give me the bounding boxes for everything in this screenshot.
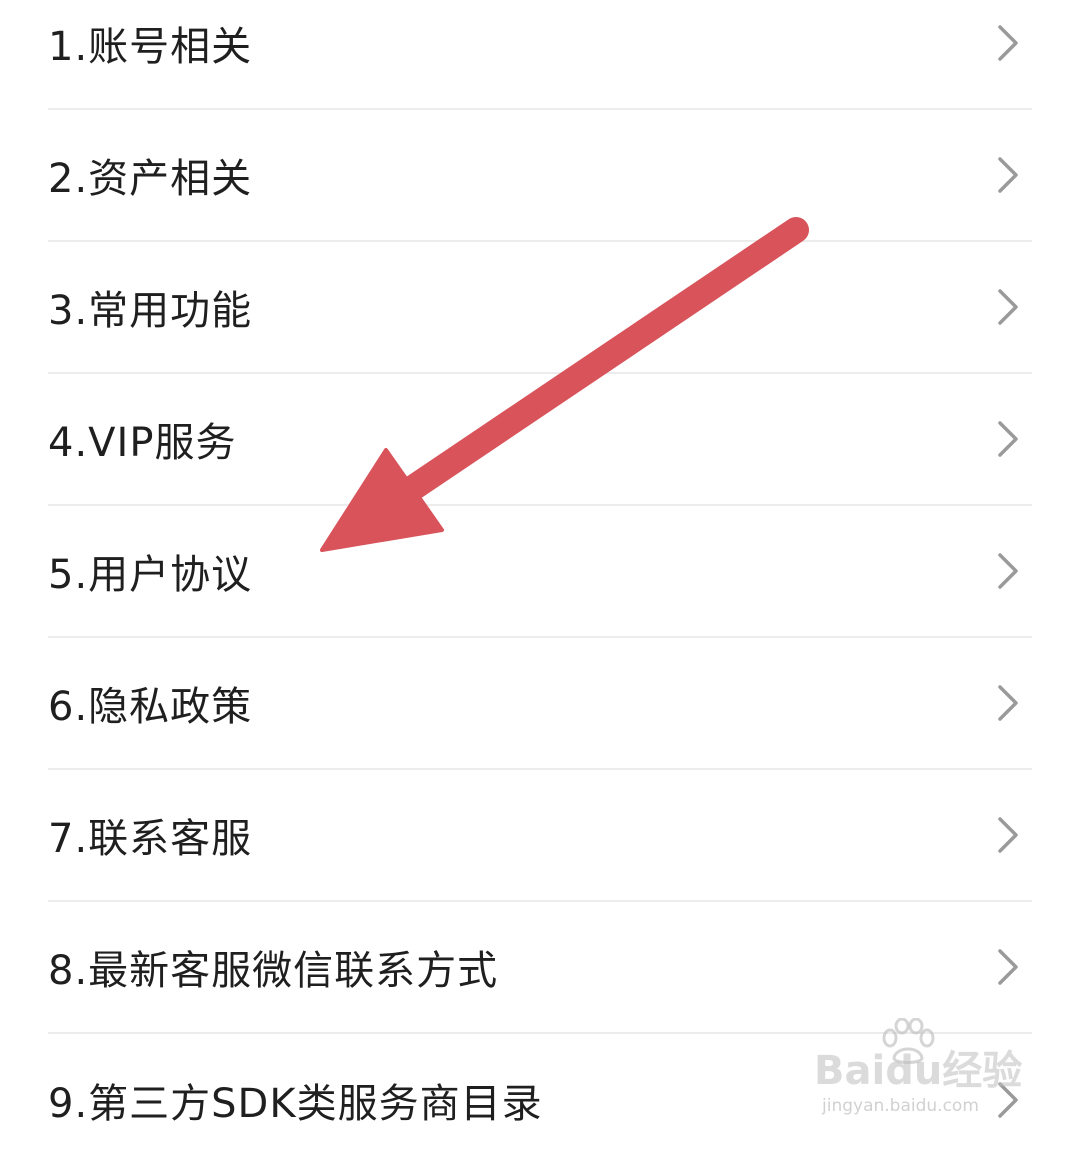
menu-item-label: 1.账号相关 xyxy=(48,24,253,70)
menu-item-account[interactable]: 1.账号相关 xyxy=(48,0,1032,110)
menu-item-assets[interactable]: 2.资产相关 xyxy=(48,110,1032,242)
menu-item-sdk-directory[interactable]: 9.第三方SDK类服务商目录 xyxy=(48,1034,1032,1166)
chevron-right-icon xyxy=(998,421,1018,457)
menu-item-label: 4.VIP服务 xyxy=(48,420,237,466)
chevron-right-icon xyxy=(998,949,1018,985)
chevron-right-icon xyxy=(998,25,1018,61)
menu-item-label: 8.最新客服微信联系方式 xyxy=(48,948,499,994)
chevron-right-icon xyxy=(998,685,1018,721)
menu-item-wechat-support[interactable]: 8.最新客服微信联系方式 xyxy=(48,902,1032,1034)
menu-item-common-functions[interactable]: 3.常用功能 xyxy=(48,242,1032,374)
menu-item-privacy-policy[interactable]: 6.隐私政策 xyxy=(48,638,1032,770)
chevron-right-icon xyxy=(998,1082,1018,1118)
menu-item-label: 5.用户协议 xyxy=(48,552,253,598)
menu-item-label: 6.隐私政策 xyxy=(48,684,253,730)
menu-item-label: 7.联系客服 xyxy=(48,816,253,862)
menu-item-label: 9.第三方SDK类服务商目录 xyxy=(48,1081,543,1127)
chevron-right-icon xyxy=(998,817,1018,853)
menu-item-vip-service[interactable]: 4.VIP服务 xyxy=(48,374,1032,506)
chevron-right-icon xyxy=(998,553,1018,589)
menu-item-label: 2.资产相关 xyxy=(48,156,253,202)
menu-list: 1.账号相关 2.资产相关 3.常用功能 4.VIP服务 5.用户协议 6.隐私… xyxy=(0,0,1076,1148)
menu-item-user-agreement[interactable]: 5.用户协议 xyxy=(48,506,1032,638)
chevron-right-icon xyxy=(998,289,1018,325)
menu-item-label: 3.常用功能 xyxy=(48,288,253,334)
chevron-right-icon xyxy=(998,157,1018,193)
menu-item-contact-support[interactable]: 7.联系客服 xyxy=(48,770,1032,902)
